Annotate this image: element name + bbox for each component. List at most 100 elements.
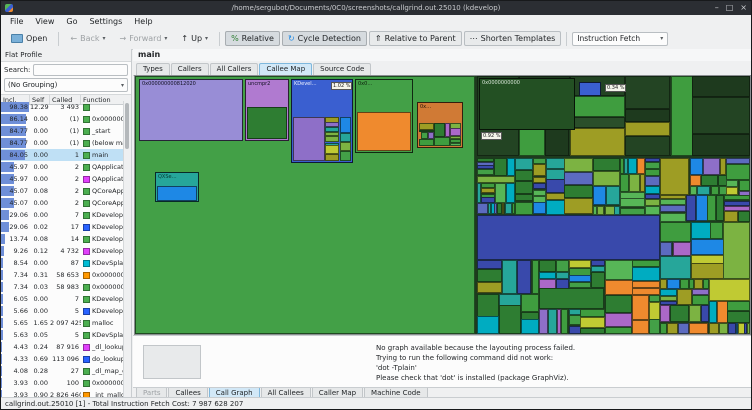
treemap-cell[interactable] xyxy=(434,123,445,137)
treemap-cell[interactable] xyxy=(533,183,546,189)
treemap-cell[interactable] xyxy=(434,137,450,146)
treemap-cell[interactable] xyxy=(660,305,670,322)
treemap-cell[interactable] xyxy=(593,186,606,205)
treemap-cell[interactable] xyxy=(649,302,660,320)
treemap-cell[interactable] xyxy=(247,107,287,139)
treemap-cell[interactable] xyxy=(325,145,339,154)
treemap-cell[interactable] xyxy=(580,328,605,334)
treemap-cell[interactable] xyxy=(724,211,738,222)
treemap-cell[interactable] xyxy=(548,309,557,334)
treemap-block[interactable]: 0x000000000812020 xyxy=(139,79,243,141)
treemap-cell[interactable] xyxy=(645,169,660,176)
treemap-cell[interactable] xyxy=(539,309,548,334)
treemap-cell[interactable] xyxy=(660,279,667,289)
dock-title[interactable]: Flat Profile xyxy=(1,49,131,62)
back-button[interactable]: ← Back ▾ xyxy=(64,31,111,46)
treemap-cell[interactable] xyxy=(605,313,632,327)
event-type-combo[interactable]: Instruction Fetch ▾ xyxy=(572,32,668,46)
treemap-cell[interactable] xyxy=(515,194,533,201)
treemap-cell[interactable] xyxy=(533,202,546,214)
treemap-cell[interactable] xyxy=(419,123,434,130)
grouping-combo[interactable]: (No Grouping) ▾ xyxy=(4,78,128,92)
treemap-cell[interactable] xyxy=(570,128,625,156)
treemap-cell[interactable] xyxy=(691,263,724,279)
treemap-cell[interactable] xyxy=(325,154,339,161)
treemap-cell[interactable] xyxy=(701,175,718,186)
table-row[interactable]: 13.740.0814KDevelop… xyxy=(1,233,124,245)
treemap-cell[interactable] xyxy=(477,203,488,214)
treemap-cell[interactable] xyxy=(593,158,620,171)
table-row[interactable]: 45.070.002QCoreAppl… xyxy=(1,197,124,209)
treemap-cell[interactable] xyxy=(517,260,531,294)
treemap-cell[interactable] xyxy=(728,323,736,334)
table-row[interactable]: 86.140.00(1)0x00000000… xyxy=(1,113,124,125)
treemap-cell[interactable] xyxy=(515,181,533,194)
treemap-cell[interactable] xyxy=(660,213,686,222)
table-row[interactable]: 5.651.652 097 425malloc xyxy=(1,317,124,329)
menu-view[interactable]: View xyxy=(29,17,60,26)
menu-settings[interactable]: Settings xyxy=(83,17,128,26)
treemap-cell[interactable] xyxy=(591,272,605,288)
treemap-cell[interactable] xyxy=(625,109,670,122)
treemap-cell[interactable] xyxy=(739,180,750,191)
treemap-cell[interactable] xyxy=(477,282,502,293)
treemap-cell[interactable] xyxy=(709,301,717,323)
treemap-cell[interactable] xyxy=(507,158,515,176)
treemap-cell[interactable] xyxy=(593,171,620,186)
treemap-cell[interactable] xyxy=(340,151,351,161)
treemap-cell[interactable] xyxy=(691,222,711,239)
treemap-cell[interactable] xyxy=(632,267,660,281)
treemap-cell[interactable] xyxy=(692,295,709,305)
treemap-cell[interactable] xyxy=(726,180,738,187)
treemap-cell[interactable] xyxy=(660,289,677,296)
treemap-cell[interactable] xyxy=(450,128,461,136)
treemap-cell[interactable] xyxy=(546,158,565,169)
treemap-cell[interactable] xyxy=(499,305,521,334)
treemap-cell[interactable] xyxy=(502,203,504,214)
treemap-cell[interactable] xyxy=(709,323,719,334)
treemap-cell[interactable] xyxy=(515,158,533,170)
treemap-cell[interactable] xyxy=(546,193,565,200)
treemap-cell[interactable] xyxy=(325,136,339,142)
treemap-cell[interactable] xyxy=(546,179,565,193)
treemap-cell[interactable] xyxy=(605,327,632,334)
table-scrollbar[interactable] xyxy=(123,101,131,397)
treemap-cell[interactable] xyxy=(689,323,708,334)
treemap-cell[interactable] xyxy=(340,142,351,151)
treemap-cell[interactable] xyxy=(645,176,660,186)
treemap-cell[interactable] xyxy=(690,158,703,175)
treemap-cell[interactable] xyxy=(505,203,512,214)
forward-button[interactable]: → Forward ▾ xyxy=(114,31,174,46)
treemap-cell[interactable] xyxy=(703,158,720,175)
treemap-cell[interactable] xyxy=(738,211,750,222)
treemap-cell[interactable] xyxy=(697,186,710,195)
table-row[interactable]: 6.050.007KDevelop:… xyxy=(1,293,124,305)
search-input[interactable] xyxy=(33,64,128,76)
treemap-cell[interactable] xyxy=(632,281,660,288)
treemap-cell[interactable] xyxy=(569,260,591,268)
table-row[interactable]: 29.060.0217KDevelop:… xyxy=(1,221,124,233)
treemap-cell[interactable] xyxy=(157,186,197,201)
relative-to-parent-toggle[interactable]: ⇑ Relative to Parent xyxy=(369,31,462,46)
treemap-cell[interactable] xyxy=(677,289,692,305)
open-button[interactable]: Open xyxy=(5,31,53,46)
table-row[interactable]: 84.770.00(1)_start xyxy=(1,125,124,137)
treemap-cell[interactable] xyxy=(645,199,660,206)
treemap-cell[interactable] xyxy=(521,319,539,334)
tab-callers[interactable]: Callers xyxy=(171,63,209,75)
treemap-cell[interactable] xyxy=(649,295,660,302)
treemap-cell[interactable] xyxy=(747,323,750,334)
treemap-cell[interactable] xyxy=(477,316,499,334)
table-row[interactable]: 8.540.0087KDevSplas… xyxy=(1,257,124,269)
treemap-cell[interactable] xyxy=(515,202,533,215)
title-bar[interactable]: /home/sergubot/Documents/0C0/screenshots… xyxy=(1,1,751,15)
treemap-cell[interactable] xyxy=(632,320,649,334)
table-row[interactable]: 9.260.124 732KDevelop:… xyxy=(1,245,124,257)
treemap-cell[interactable] xyxy=(539,288,604,309)
treemap-cell[interactable] xyxy=(625,76,670,109)
treemap-cell[interactable] xyxy=(726,164,750,180)
treemap-cell[interactable] xyxy=(629,174,640,192)
treemap-cell[interactable] xyxy=(632,288,660,295)
treemap-cell[interactable] xyxy=(421,132,428,139)
callee-map[interactable]: 0x000000000812020uncmpr2KDevel…0x0…0x…0x… xyxy=(134,75,751,335)
